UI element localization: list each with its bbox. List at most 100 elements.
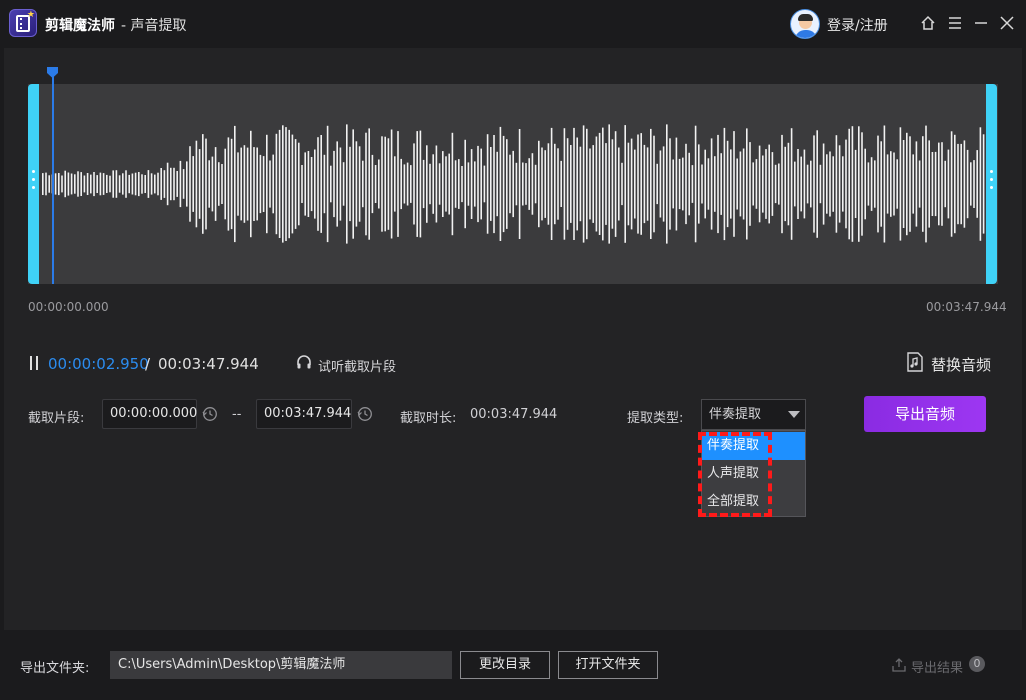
waveform-bar: [160, 168, 162, 200]
waveform-bar: [624, 125, 626, 243]
open-folder-button[interactable]: 打开文件夹: [558, 651, 658, 679]
waveform-bar: [861, 132, 863, 236]
waveform-bar: [566, 138, 569, 230]
waveform-bar: [659, 150, 662, 218]
waveform-bar: [397, 131, 399, 237]
waveform-bar: [912, 154, 914, 214]
waveform-bar: [518, 129, 521, 239]
option-vocals[interactable]: 人声提取: [702, 460, 805, 488]
clip-end-input[interactable]: 00:03:47.944: [256, 399, 352, 429]
waveform-bar: [307, 151, 310, 217]
waveform-bar: [576, 137, 578, 231]
waveform-bar: [800, 156, 802, 212]
waveform-bar: [352, 129, 354, 239]
waveform-bar: [234, 125, 236, 243]
waveform-bar: [685, 143, 687, 225]
waveform-bar: [627, 142, 630, 226]
waveform-bar: [867, 162, 870, 206]
waveform-bar: [189, 146, 191, 222]
waveform-bar: [886, 154, 889, 214]
waveform-bar: [816, 130, 818, 238]
waveform-bar: [278, 129, 281, 238]
page-subtitle: - 声音提取: [121, 18, 187, 34]
waveform-bar: [237, 152, 239, 216]
waveform-bar: [797, 149, 799, 219]
preview-clip-button[interactable]: 试听截取片段: [318, 356, 396, 375]
waveform-bar: [317, 137, 319, 231]
waveform-bar: [269, 160, 271, 208]
replace-audio-button[interactable]: 替换音频: [931, 354, 991, 375]
waveform-bar: [368, 128, 370, 240]
change-directory-button[interactable]: 更改目录: [460, 651, 550, 679]
reset-end-clock-icon[interactable]: [357, 406, 373, 422]
waveform-bar: [842, 156, 844, 212]
headphone-icon[interactable]: [296, 354, 312, 370]
waveform-bar: [163, 170, 166, 198]
menu-icon[interactable]: [944, 12, 966, 34]
clip-start-input[interactable]: 00:00:00.000: [102, 399, 197, 429]
waveform-bar: [595, 136, 598, 232]
waveform-bar: [390, 129, 393, 239]
waveform-bar: [947, 149, 950, 219]
app-logo: ★: [9, 9, 37, 37]
waveform-bar: [64, 170, 66, 198]
waveform-bar: [477, 145, 479, 223]
close-icon[interactable]: [996, 12, 1018, 34]
waveform-bar: [698, 144, 700, 224]
waveform-bar: [509, 154, 511, 214]
waveform-bar: [410, 165, 412, 203]
music-file-icon[interactable]: [906, 352, 924, 372]
waveform-bar: [282, 125, 284, 243]
export-path-field[interactable]: C:\Users\Admin\Desktop\剪辑魔法师: [110, 651, 452, 679]
waveform-bar: [272, 154, 274, 214]
waveform-bar: [765, 149, 767, 219]
waveform-bar: [522, 162, 524, 206]
waveform-bar: [438, 163, 441, 205]
export-result-link[interactable]: 导出结果: [911, 657, 963, 676]
waveform-bar: [259, 154, 262, 214]
option-accompaniment[interactable]: 伴奏提取: [702, 432, 805, 460]
waveform-bar: [723, 127, 726, 241]
waveform-bar: [42, 173, 44, 195]
duration-value: 00:03:47.944: [470, 407, 558, 422]
waveform-bar: [653, 135, 655, 233]
waveform-bar: [640, 133, 642, 235]
waveform-bar: [787, 142, 790, 226]
reset-start-clock-icon[interactable]: [202, 406, 218, 422]
waveform-bar: [250, 130, 252, 238]
waveform-bar: [918, 160, 921, 208]
waveform-bar: [486, 134, 489, 234]
user-avatar[interactable]: [790, 9, 820, 39]
waveform-bar: [883, 125, 886, 243]
login-link[interactable]: 登录/注册: [827, 15, 888, 35]
left-trim-handle[interactable]: [28, 84, 39, 284]
waveform-bar: [314, 149, 316, 219]
waveform-bar: [445, 156, 447, 212]
minimize-icon[interactable]: [970, 12, 992, 34]
waveform-bar: [688, 152, 690, 216]
waveform-bar: [74, 174, 76, 194]
option-all[interactable]: 全部提取: [702, 488, 805, 516]
waveform-area[interactable]: [28, 84, 998, 284]
waveform-bar: [371, 154, 374, 214]
waveform-bar: [832, 156, 834, 212]
waveform-bar: [890, 151, 892, 217]
waveform-bar: [429, 163, 431, 205]
waveform-bar: [672, 159, 674, 209]
waveform-bar: [650, 128, 652, 239]
star-icon: ★: [26, 10, 35, 20]
home-icon[interactable]: [917, 12, 939, 34]
pause-button[interactable]: [28, 356, 40, 370]
waveform-bar: [416, 131, 418, 237]
export-audio-button[interactable]: 导出音频: [864, 396, 986, 432]
waveform-bar: [621, 162, 623, 206]
waveform-bar: [592, 145, 594, 223]
export-folder-label: 导出文件夹:: [20, 661, 90, 676]
waveform-bar: [230, 138, 233, 230]
waveform-bar: [483, 165, 486, 203]
waveform-bar: [586, 128, 588, 240]
right-trim-handle[interactable]: [986, 84, 997, 284]
chevron-down-icon: [788, 411, 800, 418]
waveform-bar: [349, 146, 351, 222]
extract-type-select[interactable]: 伴奏提取: [701, 399, 806, 430]
